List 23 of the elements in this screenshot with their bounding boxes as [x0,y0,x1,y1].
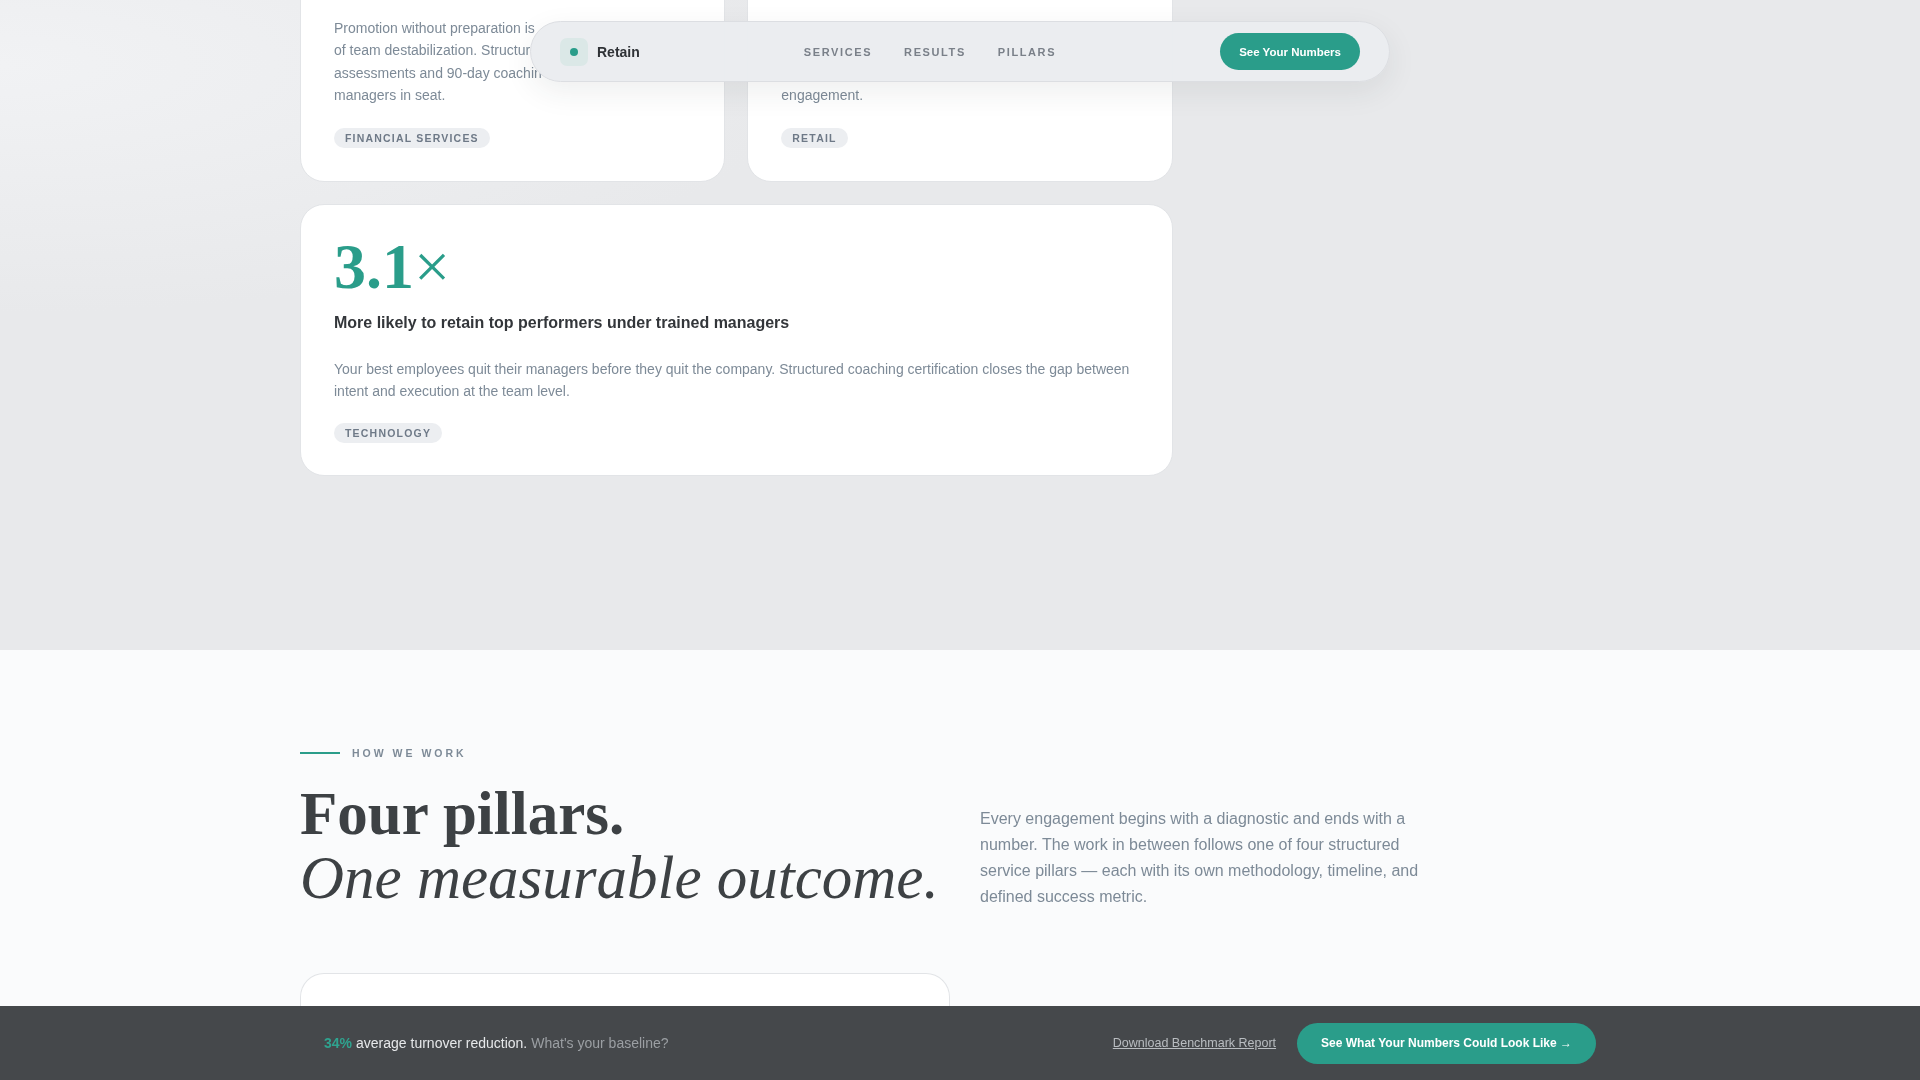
nav-link[interactable]: RESULTS [904,45,966,58]
section-intro: Every engagement begins with a diagnostic and ends with a number. The work in between follows one of four structured service pillars — each with its own methodology, timeline, and defined success metric. [980,809,1420,907]
brand-name[interactable]: Retain [597,43,640,60]
cta-question: What's your baseline? [531,1035,669,1051]
stat-highlight: 34% [324,1035,353,1051]
section-subtitle: One measurable outcome. [300,846,940,910]
industry-tag: TECHNOLOGY [334,423,443,444]
nav-link[interactable]: SERVICES [803,45,873,58]
section-eyebrow: HOW WE WORK [352,746,467,760]
stat-value: 3.1× [334,234,452,299]
card-description: engagement. [781,86,864,106]
card-description: Your best employees quit their managers before they quit the company. Structured coaching certification closes the gap between intent and execution at the team level. [334,359,1131,402]
nav-link[interactable]: PILLARS [997,45,1057,58]
industry-tag: FINANCIAL SERVICES [334,127,490,148]
card-description: Promotion without preparation is of team destabilization. Structur assessments and 90-day coachin managers in seat. [334,19,542,106]
industry-tag: RETAIL [781,127,848,148]
section-title: Four pillars. [300,782,625,846]
cta-button[interactable]: See What Your Numbers Could Look Like → [1297,1022,1596,1064]
accent-line [300,752,340,754]
cta-message: average turnover reduction. [356,1035,528,1051]
card-heading: More likely to retain top performers under trained managers [334,312,791,333]
see-numbers-button[interactable]: See Your Numbers [1220,33,1360,70]
download-report-link[interactable]: Download Benchmark Report [1112,1036,1277,1050]
